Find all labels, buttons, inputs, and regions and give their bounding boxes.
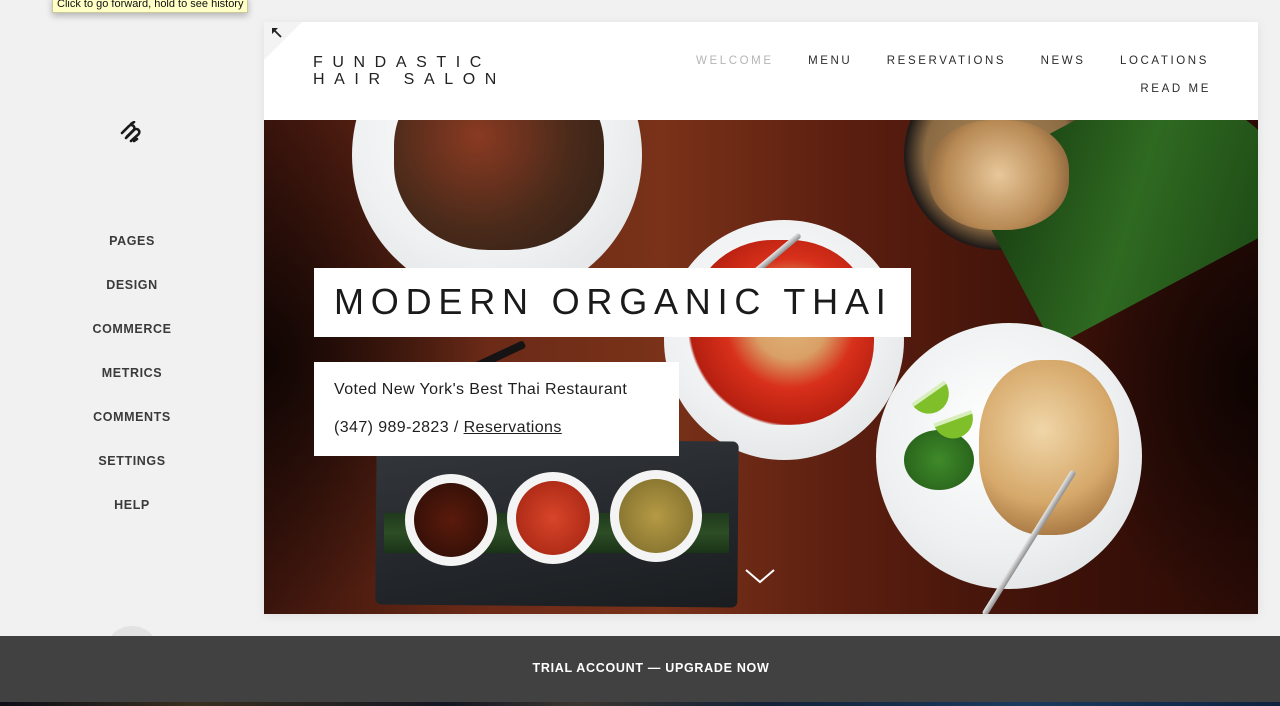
squarespace-logo-icon[interactable] [119,121,145,143]
brand-line-2: HAIR SALON [313,71,506,88]
site-header: FUNDASTIC HAIR SALON WELCOME MENU RESERV… [264,22,1258,120]
hero-contact: (347) 989-2823 / Reservations [334,418,562,438]
hero-headline-box: MODERN ORGANIC THAI [314,268,911,337]
forward-button-tooltip: Click to go forward, hold to see history [52,0,249,13]
site-preview: FUNDASTIC HAIR SALON WELCOME MENU RESERV… [264,22,1258,614]
squarespace-editor: Click to go forward, hold to see history… [0,0,1280,706]
sidebar-item-pages[interactable]: PAGES [0,232,264,276]
site-nav: WELCOME MENU RESERVATIONS NEWS LOCATIONS… [649,51,1209,97]
grilled-shrimp-image [929,120,1069,230]
hero-tagline: Voted New York's Best Thai Restaurant [334,381,628,398]
sidebar-item-settings[interactable]: SETTINGS [0,452,264,496]
sidebar-item-design[interactable]: DESIGN [0,276,264,320]
hero-banner-image: MODERN ORGANIC THAI Voted New York's Bes… [264,120,1258,614]
sauce-bowl-image [405,474,497,566]
nav-reservations[interactable]: RESERVATIONS [887,54,1006,68]
reservations-link[interactable]: Reservations [464,419,562,436]
sidebar-item-comments[interactable]: COMMENTS [0,408,264,452]
nav-locations[interactable]: LOCATIONS [1120,54,1209,68]
hero-headline: MODERN ORGANIC THAI [334,281,893,322]
editor-sidebar: PAGES DESIGN COMMERCE METRICS COMMENTS S… [0,0,264,680]
sauce-bowl-image [610,470,702,562]
site-logo-text[interactable]: FUNDASTIC HAIR SALON [313,54,506,88]
sidebar-item-commerce[interactable]: COMMERCE [0,320,264,364]
sidebar-nav: PAGES DESIGN COMMERCE METRICS COMMENTS S… [0,232,264,540]
brand-line-1: FUNDASTIC [313,54,491,71]
sidebar-item-metrics[interactable]: METRICS [0,364,264,408]
sidebar-item-help[interactable]: HELP [0,496,264,540]
cilantro-image [904,430,974,490]
sauce-bowl-image [507,472,599,564]
nav-news[interactable]: NEWS [1041,54,1086,68]
chevron-down-icon[interactable] [744,567,776,585]
nav-read-me[interactable]: READ ME [1140,82,1211,96]
hero-info-box: Voted New York's Best Thai Restaurant (3… [314,362,679,456]
nav-menu[interactable]: MENU [808,54,852,68]
trial-account-label: TRIAL ACCOUNT — UPGRADE NOW [532,661,770,675]
nav-welcome[interactable]: WELCOME [696,54,774,68]
desktop-background-strip [0,702,1280,706]
trial-account-banner[interactable]: TRIAL ACCOUNT — UPGRADE NOW [0,636,1280,702]
expand-arrow-icon[interactable] [270,26,284,40]
phone-number: (347) 989-2823 / [334,419,459,436]
